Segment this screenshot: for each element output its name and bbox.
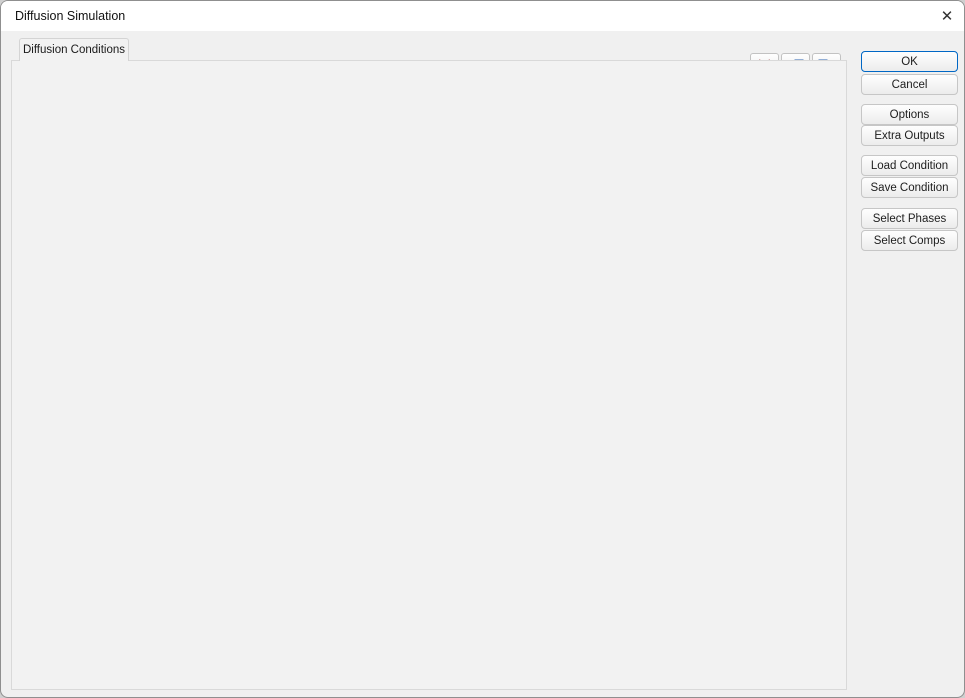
cancel-button[interactable]: Cancel: [861, 74, 958, 95]
select-comps-button[interactable]: Select Comps: [861, 230, 958, 251]
save-condition-button[interactable]: Save Condition: [861, 177, 958, 198]
diffusion-simulation-dialog: Diffusion Simulation ✕ Diffusion Conditi…: [0, 0, 965, 698]
select-phases-button[interactable]: Select Phases: [861, 208, 958, 229]
options-button[interactable]: Options: [861, 104, 958, 125]
title-bar: Diffusion Simulation ✕: [1, 1, 964, 31]
ok-button[interactable]: OK: [861, 51, 958, 72]
tab-page: [11, 60, 847, 690]
tab-diffusion-conditions[interactable]: Diffusion Conditions: [19, 38, 129, 61]
close-icon[interactable]: ✕: [931, 3, 963, 29]
extra-outputs-button[interactable]: Extra Outputs: [861, 125, 958, 146]
tab-label: Diffusion Conditions: [23, 44, 125, 56]
load-condition-button[interactable]: Load Condition: [861, 155, 958, 176]
window-title: Diffusion Simulation: [15, 9, 125, 23]
